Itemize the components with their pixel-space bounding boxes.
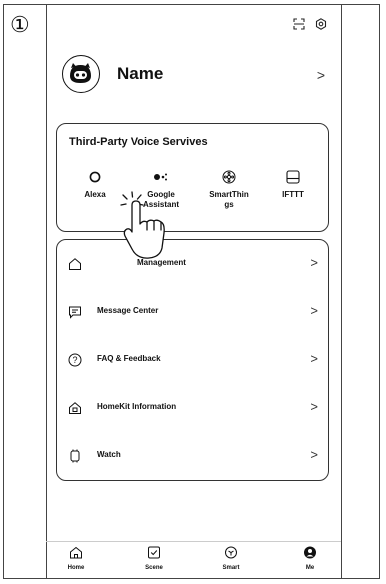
voice-item-alexa[interactable]: Alexa	[63, 168, 127, 200]
me-tab-icon	[304, 546, 316, 559]
voice-services-list: Alexa Google Assistant SmartThin gs IFTT…	[57, 168, 328, 228]
menu-item-label: HomeKit Information	[97, 402, 177, 411]
voice-item-label: IFTTT	[282, 190, 304, 199]
message-icon	[67, 303, 83, 321]
chevron-right-icon: >	[310, 255, 318, 270]
scan-icon[interactable]	[293, 17, 305, 35]
watch-icon	[67, 447, 83, 465]
help-icon: ?	[67, 351, 83, 369]
smart-tab-icon	[225, 546, 237, 559]
step-column: ①	[4, 5, 47, 578]
right-divider	[341, 5, 342, 578]
voice-item-label: Alexa	[84, 190, 106, 199]
tab-label: Me	[305, 565, 315, 571]
menu-item-management[interactable]: Management >	[57, 254, 328, 274]
chevron-right-icon: >	[310, 351, 318, 366]
tab-me[interactable]: Me	[290, 546, 330, 571]
scene-tab-icon	[148, 546, 160, 559]
menu-item-homekit-information[interactable]: HomeKit Information >	[57, 398, 328, 418]
chevron-right-icon: >	[310, 447, 318, 462]
hand-pointer-icon	[119, 191, 191, 266]
menu-card: Management > Message Center > ? FAQ & Fe…	[56, 239, 329, 481]
profile-name: Name	[117, 64, 164, 83]
menu-item-faq-feedback[interactable]: ? FAQ & Feedback >	[57, 350, 328, 370]
top-bar	[293, 17, 327, 35]
voice-item-ifttt[interactable]: IFTTT	[261, 168, 325, 200]
voice-item-label: SmartThin gs	[209, 190, 249, 209]
menu-item-label: FAQ & Feedback	[97, 354, 161, 363]
google-assistant-icon	[129, 168, 193, 186]
tab-label: Home	[67, 565, 85, 571]
chevron-right-icon: >	[310, 303, 318, 318]
phone-screen: Name > Third-Party Voice Servives Alexa	[46, 5, 341, 578]
settings-icon[interactable]	[315, 17, 327, 35]
tab-label: Scene	[145, 565, 163, 571]
tab-label: Smart	[222, 565, 240, 571]
avatar[interactable]	[62, 55, 100, 93]
tab-bar: Home Scene Smart Me	[46, 541, 341, 578]
smartthings-icon	[197, 168, 261, 186]
homekit-icon	[67, 399, 83, 417]
chevron-right-icon: >	[310, 399, 318, 414]
menu-item-label: Watch	[97, 450, 121, 459]
tab-scene[interactable]: Scene	[134, 546, 174, 571]
home-icon	[67, 255, 83, 273]
svg-text:?: ?	[72, 355, 77, 365]
home-tab-icon	[70, 546, 82, 559]
profile-chevron-icon: >	[316, 67, 325, 83]
step-number: ①	[10, 13, 30, 38]
voice-services-title: Third-Party Voice Servives	[69, 136, 208, 148]
alexa-icon	[63, 168, 127, 186]
voice-item-smartthings[interactable]: SmartThin gs	[197, 168, 261, 210]
ifttt-icon	[261, 168, 325, 186]
menu-item-watch[interactable]: Watch >	[57, 446, 328, 466]
voice-services-card: Third-Party Voice Servives Alexa Google …	[56, 123, 329, 232]
tab-smart[interactable]: Smart	[211, 546, 251, 571]
profile-row[interactable]: Name >	[62, 55, 325, 97]
tab-home[interactable]: Home	[56, 546, 96, 571]
menu-item-label: Message Center	[97, 306, 159, 315]
menu-item-message-center[interactable]: Message Center >	[57, 302, 328, 322]
